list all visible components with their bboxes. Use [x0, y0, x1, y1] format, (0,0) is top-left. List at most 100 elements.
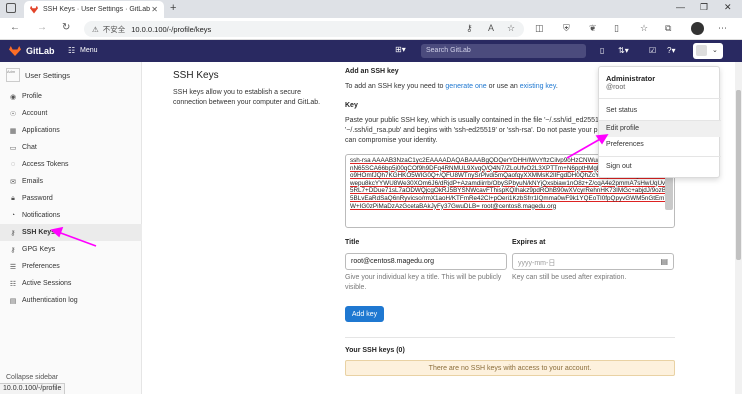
sidebar-item-profile[interactable]: ◉ Profile [0, 88, 142, 105]
warning-icon[interactable]: ⚠ [92, 25, 99, 34]
sidebar-item-applications[interactable]: ▦ Applications [0, 122, 142, 139]
sidebar-item-label: Profile [22, 93, 42, 100]
expires-label: Expires at [512, 239, 546, 246]
bell-icon: ◔ [10, 212, 16, 219]
page-description: SSH keys allow you to establish a secure… [173, 89, 321, 106]
sidebar-item-active-sessions[interactable]: ☷ Active Sessions [0, 275, 142, 292]
extension-icon[interactable]: ◫ [535, 23, 544, 34]
calendar-icon[interactable]: ▤ [660, 257, 668, 266]
dropdown-user-handle: @root [606, 84, 626, 91]
account-icon: ☉ [9, 110, 17, 118]
divider [345, 337, 675, 338]
leaf-icon[interactable]: ❦ [589, 23, 597, 34]
collections-icon[interactable]: ⧉ [665, 23, 671, 34]
sidebar-item-access-tokens[interactable]: ◌ Access Tokens [0, 156, 142, 173]
divider [599, 156, 721, 157]
url-text[interactable]: 10.0.0.100/-/profile/keys [131, 25, 211, 34]
edit-profile-item[interactable]: Edit profile [599, 121, 721, 137]
sidebar-item-label: Chat [22, 144, 37, 151]
bookmark-star-icon[interactable]: ☆ [507, 23, 515, 34]
sidebar-item-label: Applications [22, 127, 60, 134]
key-icon: ⚷ [10, 229, 16, 237]
menu-button[interactable]: Menu [80, 47, 98, 54]
sidebar-item-account[interactable]: ☉ Account [0, 105, 142, 122]
expires-date-input[interactable]: yyyy-mm-日 ▤ [512, 253, 674, 270]
email-icon: ✉ [10, 178, 16, 186]
dropdown-user-name[interactable]: Administrator [606, 74, 655, 83]
sidebar-item-preferences[interactable]: ☰ Preferences [0, 258, 142, 275]
add-key-button[interactable]: Add key [345, 306, 384, 322]
sidebar-item-label: Password [22, 195, 53, 202]
reload-icon[interactable]: ↻ [62, 22, 70, 33]
user-dropdown-menu: Administrator @root Set status Edit prof… [598, 66, 721, 178]
set-status-item[interactable]: Set status [599, 103, 721, 119]
page-scrollbar[interactable] [736, 90, 741, 260]
page-title: SSH Keys [173, 70, 219, 81]
key-icon[interactable]: ⚷ [466, 23, 473, 34]
browser-status-bar: 10.0.0.100/-/profile [0, 383, 66, 394]
back-icon[interactable]: ← [10, 22, 20, 33]
sidebar-header[interactable]: Adm User Settings [6, 68, 70, 82]
sidebar-item-authentication-log[interactable]: ▤ Authentication log [0, 292, 142, 309]
title-label: Title [345, 239, 360, 246]
search-input[interactable]: Search GitLab [421, 44, 586, 58]
sidebar-item-password[interactable]: 🔒︎ Password [0, 190, 142, 207]
collapse-sidebar-button[interactable]: Collapse sidebar [6, 374, 58, 381]
split-screen-icon[interactable]: ▯ [614, 23, 619, 34]
applications-icon: ▦ [9, 127, 17, 135]
preferences-item[interactable]: Preferences [599, 137, 721, 153]
avatar [696, 45, 707, 56]
chat-icon: ▭ [9, 144, 17, 152]
gitlab-logo-icon[interactable] [9, 46, 21, 56]
sidebar-item-chat[interactable]: ▭ Chat [0, 139, 142, 156]
title-hint: Give your individual key a title. This w… [345, 274, 502, 291]
existing-key-link[interactable]: existing key [520, 83, 556, 90]
settings-sidebar: Adm User Settings ◉ Profile ☉ Account ▦ App… [0, 62, 142, 394]
sign-out-item[interactable]: Sign out [599, 159, 721, 175]
sessions-icon: ☷ [9, 280, 17, 288]
sidebar-item-label: Authentication log [22, 297, 78, 304]
tab-title: SSH Keys · User Settings · GitLab [43, 6, 150, 13]
title-input[interactable]: root@centos8.magedu.org [345, 253, 507, 270]
read-aloud-icon[interactable]: A [488, 23, 494, 33]
log-icon: ▤ [9, 297, 17, 305]
sidebar-item-ssh-keys[interactable]: ⚷ SSH Keys [0, 224, 142, 241]
key-icon: ⚷ [10, 246, 16, 254]
restore-icon[interactable]: ❐ [700, 2, 708, 13]
new-tab-icon[interactable]: + [170, 2, 176, 14]
instructions-text: or use an [486, 83, 520, 90]
avatar: Adm [6, 68, 20, 82]
sidebar-title: User Settings [25, 70, 71, 80]
preferences-icon: ☰ [9, 263, 17, 271]
sidebar-item-label: Emails [22, 178, 44, 185]
sidebar-item-label: Account [22, 110, 48, 117]
sidebar-item-label: Notifications [22, 212, 61, 219]
sidebar-item-emails[interactable]: ✉ Emails [0, 173, 142, 190]
sidebar-item-gpg-keys[interactable]: ⚷ GPG Keys [0, 241, 142, 258]
window-close-icon[interactable]: ✕ [724, 2, 732, 13]
tab-actions-icon[interactable] [6, 3, 16, 13]
gitlab-header: GitLab ☷ Menu ⊞▾ Search GitLab ▯ ⇅▾ ☑ ?▾… [0, 40, 742, 62]
issues-icon[interactable]: ▯ [600, 46, 604, 55]
gitlab-brand[interactable]: GitLab [26, 46, 55, 56]
help-icon[interactable]: ?▾ [667, 46, 675, 55]
add-key-heading: Add an SSH key [345, 68, 399, 75]
minimize-icon[interactable]: — [676, 2, 685, 12]
todos-icon[interactable]: ☑ [649, 46, 656, 55]
user-icon: ◉ [9, 93, 17, 101]
merge-requests-icon[interactable]: ⇅▾ [618, 46, 629, 55]
more-icon[interactable]: ⋯ [718, 23, 727, 34]
url-bar[interactable]: ⚠ 不安全 10.0.0.100/-/profile/keys [84, 21, 524, 37]
close-icon[interactable]: ✕ [151, 5, 158, 14]
token-icon: ◌ [10, 161, 16, 168]
forward-icon[interactable]: → [37, 22, 47, 33]
favorites-icon[interactable]: ☆ [640, 23, 648, 34]
create-new-icon[interactable]: ⊞▾ [395, 45, 406, 54]
sidebar-item-notifications[interactable]: ◔ Notifications [0, 207, 142, 224]
user-menu-button[interactable]: ⌄ [693, 43, 723, 59]
browser-profile-avatar[interactable] [691, 22, 704, 35]
shield-icon[interactable]: ⛨ [563, 23, 570, 34]
menu-grid-icon[interactable]: ☷ [68, 46, 75, 55]
generate-one-link[interactable]: generate one [445, 83, 486, 90]
browser-tab[interactable]: SSH Keys · User Settings · GitLab ✕ [24, 1, 164, 18]
